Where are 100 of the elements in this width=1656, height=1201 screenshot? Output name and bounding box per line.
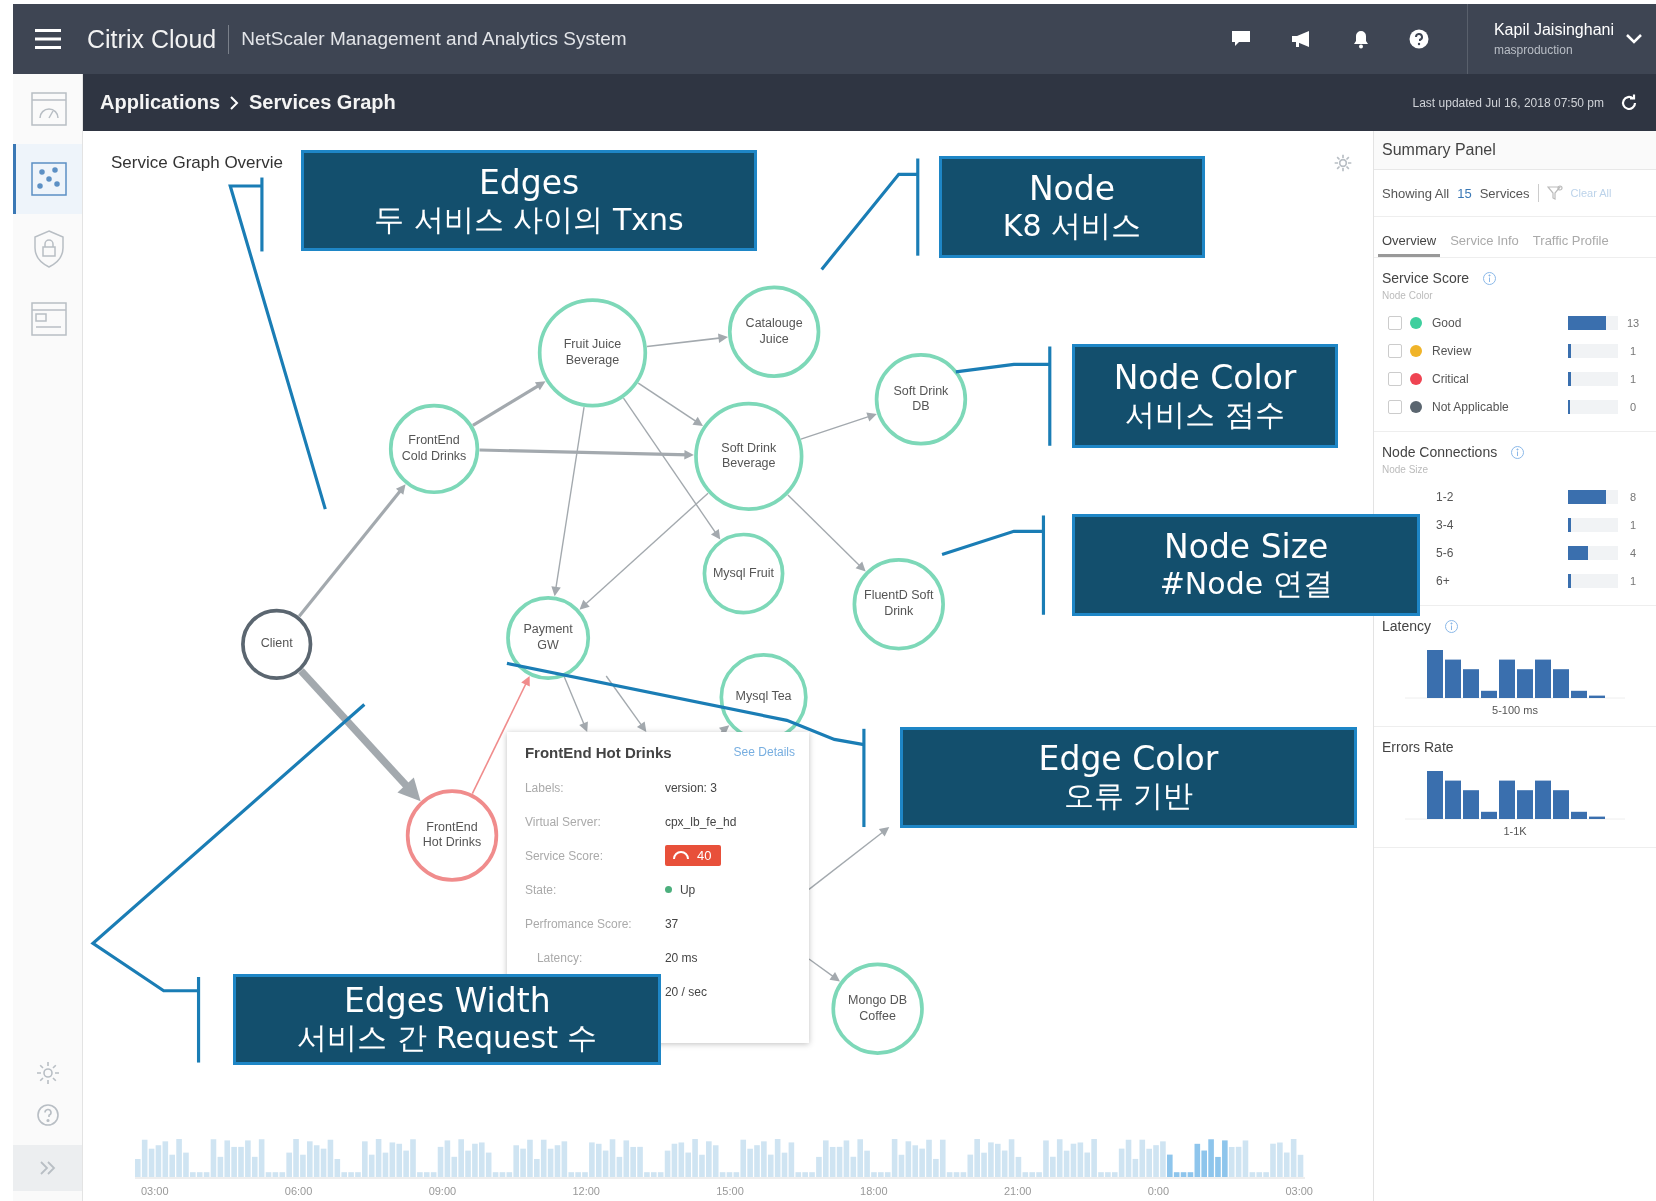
node-label: Mysql Fruit bbox=[711, 564, 776, 582]
dashboard-icon bbox=[31, 92, 67, 126]
legend-label: Review bbox=[1432, 344, 1473, 358]
bell-icon[interactable] bbox=[1352, 29, 1369, 49]
legend-label: Good bbox=[1432, 316, 1463, 330]
callout-text: 오류 기반 bbox=[1063, 778, 1194, 815]
section-title: Node Connections bbox=[1382, 444, 1498, 460]
menu-icon[interactable] bbox=[35, 29, 61, 49]
section-title: Service Score bbox=[1382, 270, 1470, 286]
double-chevron-icon bbox=[37, 1160, 58, 1176]
node-label: Soft Drink Beverage bbox=[720, 439, 778, 473]
node-label: Fruit Juice Beverage bbox=[562, 336, 623, 369]
node-label: Client bbox=[259, 635, 294, 653]
brand-name: Citrix Cloud bbox=[87, 24, 230, 54]
field-value: 37 bbox=[664, 916, 679, 931]
help-icon[interactable] bbox=[1408, 29, 1429, 49]
checkbox[interactable] bbox=[1388, 372, 1402, 386]
node-label: FrontEnd Cold Drinks bbox=[400, 432, 468, 465]
legend-count: 1 bbox=[1628, 575, 1638, 587]
field-label: State: bbox=[524, 882, 557, 897]
graph-title: Service Graph Overvie bbox=[111, 153, 283, 173]
callout-text: #Node 연결 bbox=[1159, 566, 1333, 602]
chat-icon[interactable] bbox=[1230, 30, 1251, 48]
node-label: Catalouge Juice bbox=[744, 315, 804, 348]
axis-label: 0:00 bbox=[1147, 1185, 1170, 1197]
field-value: Up bbox=[679, 882, 696, 897]
checkbox[interactable] bbox=[1388, 400, 1402, 414]
node-label: Soft Drink DB bbox=[892, 382, 950, 416]
callout-title: Node bbox=[1028, 170, 1116, 208]
legend-label: Critical bbox=[1432, 372, 1470, 386]
callout-text: 서비스 점수 bbox=[1125, 397, 1285, 433]
legend-label: 3-4 bbox=[1435, 518, 1455, 532]
service-node[interactable] bbox=[405, 789, 499, 882]
section-title: Latency bbox=[1382, 618, 1432, 634]
section-title: Errors Rate bbox=[1382, 739, 1454, 755]
service-node[interactable] bbox=[537, 298, 648, 408]
axis-label: 15:00 bbox=[716, 1185, 744, 1197]
axis-label: 12:00 bbox=[572, 1185, 600, 1197]
refresh-icon[interactable] bbox=[1620, 93, 1638, 112]
legend-label: 1-2 bbox=[1435, 490, 1455, 504]
settings-icon[interactable] bbox=[1333, 153, 1353, 173]
node-label: Payment GW bbox=[522, 621, 574, 654]
legend-label: 6+ bbox=[1435, 574, 1451, 588]
breadcrumb-current: Services Graph bbox=[249, 91, 396, 114]
legend-count: 13 bbox=[1625, 317, 1641, 329]
axis-label: 09:00 bbox=[428, 1185, 457, 1197]
service-node[interactable] bbox=[506, 596, 591, 680]
field-label: Service Score: bbox=[524, 848, 603, 863]
tooltip-title: FrontEnd Hot Drinks bbox=[524, 743, 672, 761]
service-node[interactable] bbox=[694, 401, 804, 511]
service-count: 15 bbox=[1457, 185, 1472, 201]
service-node[interactable] bbox=[241, 608, 313, 680]
callout-title: Node Size bbox=[1164, 528, 1329, 566]
settings-icon[interactable] bbox=[35, 1061, 60, 1085]
showing-label: Showing All bbox=[1382, 185, 1450, 201]
callout-title: Edges bbox=[478, 163, 580, 202]
filter-icon[interactable] bbox=[1546, 185, 1563, 201]
service-node[interactable] bbox=[852, 558, 945, 651]
clear-all-link[interactable]: Clear All bbox=[1570, 187, 1612, 199]
graph-icon bbox=[31, 162, 67, 196]
checkbox[interactable] bbox=[1388, 316, 1402, 330]
legend-count: 1 bbox=[1628, 373, 1638, 385]
checkbox[interactable] bbox=[1388, 344, 1402, 358]
edge-arrow bbox=[605, 675, 647, 732]
chevron-down-icon[interactable] bbox=[1626, 34, 1642, 44]
user-name[interactable]: Kapil Jaisinghani bbox=[1493, 21, 1614, 39]
section-subtitle: Node Color bbox=[1382, 290, 1434, 301]
service-node[interactable] bbox=[702, 532, 785, 615]
field-value: 20 ms bbox=[664, 950, 698, 965]
services-label: Services bbox=[1479, 185, 1530, 201]
service-node[interactable] bbox=[831, 962, 924, 1055]
callout-text: 서비스 간 Request 수 bbox=[297, 1020, 598, 1057]
panel-tab[interactable]: Traffic Profile bbox=[1528, 229, 1613, 257]
see-details-link[interactable]: See Details bbox=[733, 745, 795, 760]
node-label: Mysql Tea bbox=[734, 688, 793, 706]
panel-tab[interactable]: Service Info bbox=[1446, 229, 1523, 257]
sidebar-item[interactable] bbox=[13, 144, 82, 214]
service-node[interactable] bbox=[727, 285, 821, 378]
breadcrumb-link[interactable]: Applications bbox=[100, 91, 220, 114]
panel-tab[interactable]: Overview bbox=[1378, 229, 1441, 257]
service-node[interactable] bbox=[874, 353, 968, 446]
window-icon bbox=[31, 302, 67, 336]
axis-label: 21:00 bbox=[1003, 1185, 1032, 1197]
field-value: cpx_lb_fe_hd bbox=[664, 814, 737, 829]
node-label: Mongo DB Coffee bbox=[847, 991, 909, 1025]
info-icon[interactable] bbox=[1511, 445, 1525, 459]
product-name: NetScaler Management and Analytics System bbox=[241, 28, 628, 50]
service-node[interactable] bbox=[388, 403, 480, 495]
axis-label: 06:00 bbox=[284, 1185, 313, 1197]
field-value: version: 3 bbox=[664, 780, 717, 795]
status-dot bbox=[664, 886, 672, 894]
score-badge: 40 bbox=[664, 845, 722, 867]
info-icon[interactable] bbox=[1483, 271, 1497, 285]
callout-text: K8 서비스 bbox=[1002, 207, 1142, 244]
axis-label: 18:00 bbox=[860, 1185, 888, 1197]
node-label: FluentD Soft Drink bbox=[863, 587, 935, 621]
legend-count: 0 bbox=[1628, 401, 1638, 413]
panel-title: Summary Panel bbox=[1374, 131, 1656, 170]
info-icon[interactable] bbox=[1445, 619, 1459, 633]
chevron-right-icon bbox=[230, 95, 239, 110]
